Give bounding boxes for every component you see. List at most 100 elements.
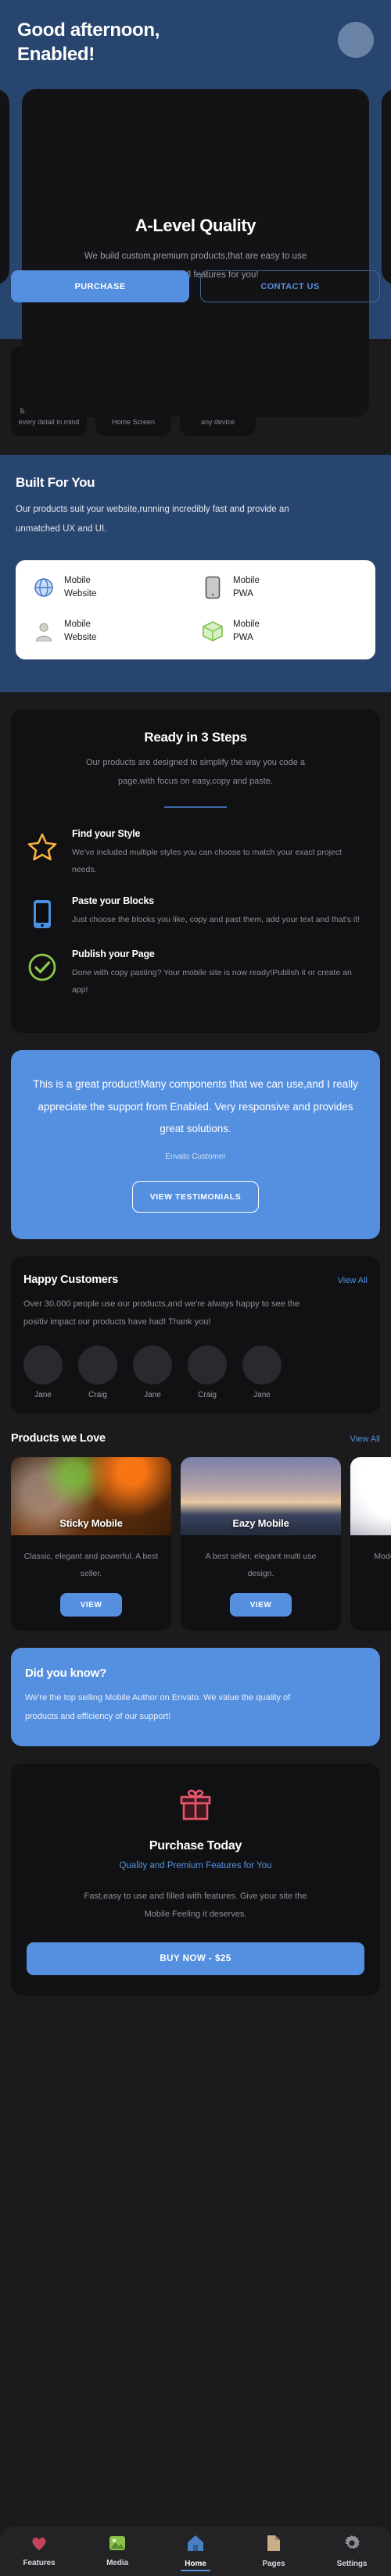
step-desc: Just choose the blocks you like, copy an… [72, 915, 360, 925]
happy-customers-desc-line-2: positiv impact our products have had! Th… [23, 1317, 211, 1327]
product-view-button[interactable]: VIEW [229, 1593, 292, 1617]
built-for-you-card: Mobile Website Mobile PWA Mobile Website [16, 559, 375, 659]
built-item[interactable]: Mobile Website [27, 618, 196, 645]
steps-section: Ready in 3 Steps Our products are design… [11, 709, 380, 1034]
avatar[interactable] [133, 1345, 172, 1385]
contact-us-button[interactable]: CONTACT US [200, 270, 380, 302]
gift-icon [27, 1785, 364, 1828]
built-for-you-desc-line-1: Our products suit your website,running i… [16, 505, 289, 514]
did-you-know-desc: We're the top selling Mobile Author on E… [25, 1689, 366, 1725]
gear-icon [343, 2535, 361, 2556]
built-for-you-desc: Our products suit your website,running i… [16, 500, 375, 540]
product-desc: Modern design, built for speed. [374, 1552, 391, 1562]
step-desc: We've included multiple styles you can c… [72, 847, 342, 875]
step-name: Find your Style [72, 827, 141, 839]
nav-label: Media [106, 2559, 128, 2567]
built-item-label: Mobile Website [64, 574, 96, 602]
built-item-label-1: Mobile [64, 620, 91, 630]
product-card[interactable]: Eazy Mobile A best seller, elegant multi… [181, 1457, 341, 1631]
image-icon [109, 2535, 126, 2555]
built-item[interactable]: Mobile PWA [196, 574, 364, 602]
customer-name: Craig [198, 1391, 217, 1400]
nav-item-features[interactable]: Features [0, 2527, 78, 2576]
built-item[interactable]: Mobile PWA [196, 618, 364, 645]
steps-subtitle-line-2: page,with focus on easy,copy and paste. [118, 776, 273, 786]
built-item-label: Mobile PWA [233, 618, 260, 645]
built-item-label-2: Website [64, 633, 97, 643]
hero-carousel-peek-right[interactable] [382, 89, 391, 284]
avatar[interactable] [188, 1345, 227, 1385]
hero-carousel-peek-left[interactable] [0, 89, 9, 284]
built-for-you-title: Built For You [16, 475, 95, 490]
did-you-know-card: Did you know? We're the top selling Mobi… [11, 1648, 380, 1746]
testimonial-quote: This is a great product!Many components … [33, 1078, 358, 1134]
steps-subtitle-line-1: Our products are designed to simplify th… [85, 757, 306, 767]
hero-subtitle-line-1: We build custom,premium products,that ar… [84, 251, 307, 261]
step-name: Paste your Blocks [72, 895, 154, 907]
built-item-label: Mobile Website [64, 618, 96, 645]
customer-avatar-item[interactable]: Jane [133, 1345, 172, 1399]
product-card[interactable]: Mobile Kit Modern design, built for spee… [350, 1457, 391, 1631]
view-testimonials-button[interactable]: VIEW TESTIMONIALS [131, 1181, 260, 1213]
product-image: Sticky Mobile [11, 1457, 171, 1535]
customer-name: Craig [88, 1391, 107, 1400]
feature-card-desc-2: Home Screen [111, 418, 156, 426]
avatar[interactable] [23, 1345, 63, 1385]
greeting-line-2: Enabled! [17, 43, 95, 65]
products-carousel[interactable]: Sticky Mobile Classic, elegant and power… [0, 1457, 391, 1631]
feature-card-desc-2: every detail in mind [18, 418, 80, 426]
built-item-label-1: Mobile [233, 620, 260, 630]
built-item-label-2: PWA [233, 633, 253, 643]
product-view-button[interactable]: VIEW [59, 1593, 123, 1617]
check-circle-icon [25, 950, 59, 984]
products-header: Products we Love View All [0, 1432, 391, 1445]
step-item: Find your Style We've included multiple … [25, 828, 366, 878]
built-item[interactable]: Mobile Website [27, 574, 196, 602]
avatar[interactable] [78, 1345, 117, 1385]
hero-button-row: PURCHASE CONTACT US [0, 270, 391, 302]
product-image: Mobile Kit [350, 1457, 391, 1535]
nav-active-indicator [181, 2569, 210, 2571]
nav-item-settings[interactable]: Settings [313, 2527, 391, 2576]
nav-item-pages[interactable]: Pages [235, 2527, 313, 2576]
nav-label: Settings [336, 2560, 368, 2568]
person-icon [33, 620, 55, 643]
did-you-know-desc-line-2: products and efficiency of our support! [25, 1711, 171, 1721]
smartphone-icon [25, 897, 59, 931]
purchase-button[interactable]: PURCHASE [11, 270, 189, 302]
nav-item-media[interactable]: Media [78, 2527, 156, 2576]
customer-name: Jane [34, 1391, 52, 1400]
happy-customers-view-all[interactable]: View All [338, 1276, 368, 1285]
hero-title: A-Level Quality [135, 215, 256, 235]
customer-avatar-item[interactable]: Jane [23, 1345, 63, 1399]
hero-card[interactable]: A-Level Quality We build custom,premium … [22, 89, 369, 417]
globe-icon [33, 576, 55, 599]
testimonial-card: This is a great product!Many components … [11, 1050, 380, 1240]
built-for-you-desc-line-2: unmatched UX and UI. [16, 524, 107, 534]
customer-avatar-item[interactable]: Craig [188, 1345, 227, 1399]
nav-item-home[interactable]: Home [156, 2527, 235, 2576]
built-item-label-2: PWA [233, 588, 253, 598]
cube-icon [202, 620, 224, 643]
products-title: Products we Love [11, 1432, 106, 1445]
buy-now-button[interactable]: BUY NOW - $25 [27, 1942, 364, 1975]
step-name: Publish your Page [72, 949, 155, 960]
nav-label: Pages [262, 2560, 285, 2568]
avatar[interactable] [242, 1345, 282, 1385]
products-view-all[interactable]: View All [350, 1434, 380, 1444]
purchase-subtitle: Quality and Premium Features for You [119, 1860, 272, 1870]
nav-label: Features [23, 2559, 56, 2567]
did-you-know-title: Did you know? [25, 1667, 107, 1681]
purchase-desc: Fast,easy to use and filled with feature… [27, 1888, 364, 1924]
purchase-title: Purchase Today [149, 1838, 242, 1853]
customer-name: Jane [144, 1391, 161, 1400]
greeting-line-1: Good afternoon, [17, 20, 160, 41]
product-card[interactable]: Sticky Mobile Classic, elegant and power… [11, 1457, 171, 1631]
testimonial-author: Envato Customer [165, 1152, 226, 1162]
customer-avatar-item[interactable]: Jane [242, 1345, 282, 1399]
purchase-desc-line-1: Fast,easy to use and filled with feature… [84, 1891, 307, 1901]
feature-card-desc-2: any device [200, 418, 235, 426]
happy-customers-avatars[interactable]: Jane Craig Jane Craig Jane [23, 1345, 368, 1399]
customer-avatar-item[interactable]: Craig [78, 1345, 117, 1399]
avatar[interactable] [338, 22, 374, 58]
